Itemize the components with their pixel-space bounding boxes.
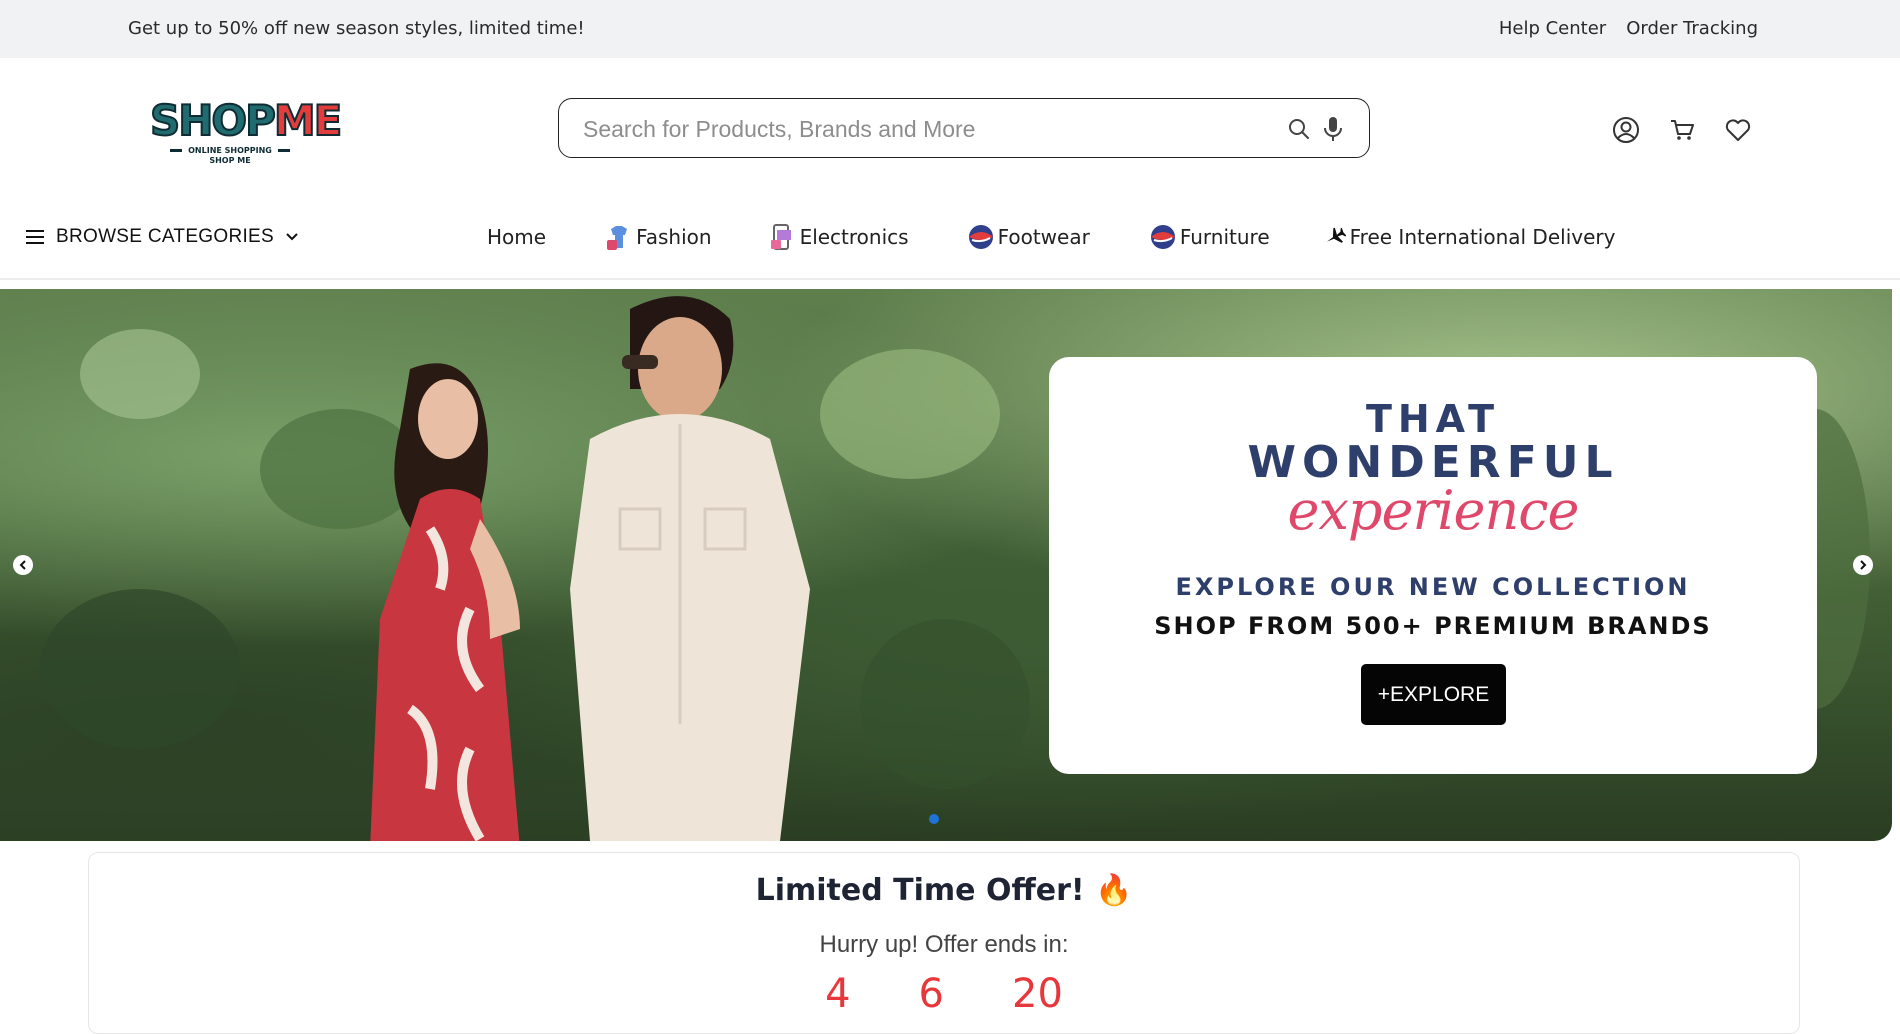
chevron-right-icon [1860, 560, 1867, 570]
explore-button[interactable]: +EXPLORE [1361, 664, 1506, 725]
nav-item-furniture[interactable]: Furniture [1148, 222, 1270, 252]
offer-title: Limited Time Offer! 🔥 [755, 873, 1133, 908]
countdown: 4 6 20 [89, 971, 1799, 1017]
hero-subheading: EXPLORE OUR NEW COLLECTION [1175, 573, 1691, 601]
electronics-icon [770, 224, 791, 250]
chevron-left-icon [19, 560, 26, 570]
offer-subtitle: Hurry up! Offer ends in: [819, 931, 1069, 958]
logo-wordmark: SHOPME [149, 95, 343, 146]
nav-item-label: Home [487, 225, 547, 249]
microphone-icon[interactable] [1321, 115, 1345, 143]
logo-tagline: ONLINE SHOPPING SHOP ME [150, 146, 310, 166]
top-links: Help Center Order Tracking [1499, 18, 1758, 39]
help-center-link[interactable]: Help Center [1499, 18, 1606, 39]
nav-item-home[interactable]: Home [487, 225, 546, 249]
carousel-indicator-active[interactable] [929, 814, 939, 824]
search-input[interactable] [581, 109, 1245, 149]
limited-offer-card: Limited Time Offer! 🔥 Hurry up! Offer en… [88, 852, 1800, 1034]
furniture-icon [1150, 225, 1175, 249]
hero-tagline: SHOP FROM 500+ PREMIUM BRANDS [1154, 612, 1712, 640]
countdown-value: 20 [1012, 971, 1063, 1017]
search-icon[interactable] [1287, 117, 1311, 141]
cart-icon[interactable] [1668, 116, 1696, 144]
heart-icon[interactable] [1724, 116, 1752, 144]
order-tracking-link[interactable]: Order Tracking [1626, 18, 1758, 39]
nav-item-label: Fashion [636, 225, 712, 249]
nav-item-fashion[interactable]: Fashion [604, 222, 712, 252]
hero-heading-script: experience [1287, 479, 1580, 542]
footwear-icon [968, 225, 993, 249]
nav-item-free-delivery[interactable]: Free International Delivery [1324, 225, 1616, 249]
header-icons [1612, 116, 1752, 144]
hero-woman-figure [370, 363, 520, 841]
nav-item-label: Electronics [799, 225, 909, 249]
menu-icon [26, 230, 44, 244]
hero-promo-card: THAT WONDERFUL experience EXPLORE OUR NE… [1049, 357, 1817, 774]
airplane-icon [1326, 227, 1346, 243]
carousel-next-button[interactable] [1853, 555, 1873, 575]
browse-categories-label: BROWSE CATEGORIES [56, 226, 274, 247]
nav-item-label: Furniture [1179, 225, 1270, 249]
nav-item-footwear[interactable]: Footwear [966, 222, 1090, 252]
search-bar [558, 98, 1370, 158]
nav-item-electronics[interactable]: Electronics [768, 222, 909, 252]
fire-icon: 🔥 [1095, 873, 1133, 908]
hero-heading-line1: THAT [1365, 397, 1501, 441]
browse-categories-button[interactable]: BROWSE CATEGORIES [26, 226, 298, 248]
nav-item-label: Free International Delivery [1349, 225, 1616, 249]
hero-man-figure [570, 296, 810, 841]
nav-item-label: Footwear [997, 225, 1090, 249]
promo-text: Get up to 50% off new season styles, lim… [128, 18, 585, 39]
countdown-value: 4 [825, 971, 851, 1017]
chevron-down-icon [286, 233, 298, 241]
header-divider [0, 278, 1900, 280]
countdown-value: 6 [918, 971, 944, 1017]
logo[interactable]: SHOPME ONLINE SHOPPING SHOP ME [149, 95, 343, 174]
announcement-bar: Get up to 50% off new season styles, lim… [0, 0, 1900, 58]
main-nav: Home Fashion Electronics Footwear Furnit… [487, 222, 1615, 252]
carousel-prev-button[interactable] [13, 555, 33, 575]
fashion-icon [607, 226, 628, 250]
user-icon[interactable] [1612, 116, 1640, 144]
